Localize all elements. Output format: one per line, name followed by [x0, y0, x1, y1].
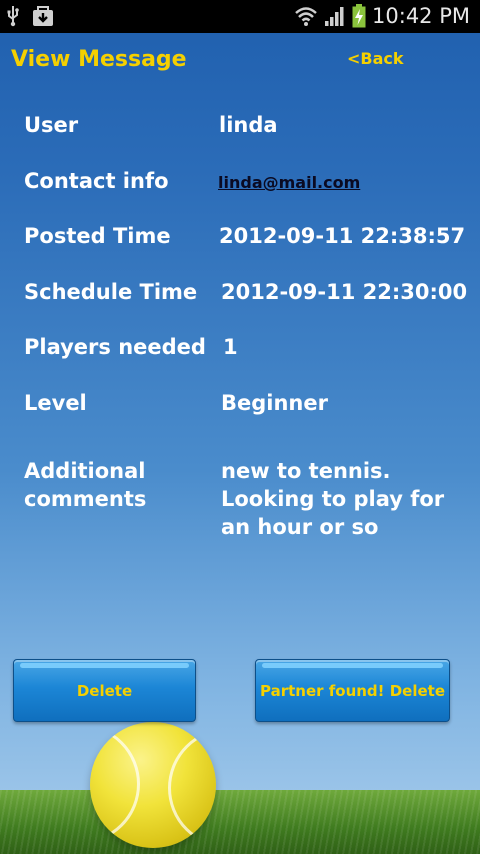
status-bar: 10:42 PM: [0, 0, 480, 33]
grass-decoration: [0, 790, 480, 854]
user-label: User: [24, 113, 79, 137]
tennis-ball-icon: [90, 722, 216, 848]
page-title: View Message: [11, 47, 187, 72]
download-icon: [32, 5, 54, 27]
schedule-time-value: 2012-09-11 22:30:00: [221, 280, 468, 304]
signal-icon: [324, 5, 346, 27]
posted-time-label: Posted Time: [24, 224, 171, 248]
user-value: linda: [219, 113, 278, 137]
usb-icon: [6, 5, 20, 27]
delete-button-label: Delete: [76, 681, 133, 700]
level-label: Level: [24, 391, 87, 415]
players-needed-value: 1: [223, 335, 238, 359]
back-link[interactable]: <Back: [347, 49, 404, 68]
players-needed-label: Players needed: [24, 335, 206, 359]
partner-found-delete-label: Partner found! Delete: [259, 681, 446, 700]
schedule-time-label: Schedule Time: [24, 280, 198, 304]
wifi-icon: [294, 5, 318, 27]
posted-time-value: 2012-09-11 22:38:57: [219, 224, 466, 248]
level-value: Beginner: [221, 391, 328, 415]
contact-email-link[interactable]: linda@mail.com: [218, 173, 360, 192]
partner-found-delete-button[interactable]: Partner found! Delete: [255, 659, 450, 722]
battery-charging-icon: [352, 4, 366, 28]
contact-label: Contact info: [24, 169, 169, 193]
comments-label: Additional comments: [24, 459, 147, 511]
status-time: 10:42 PM: [372, 4, 470, 28]
delete-button[interactable]: Delete: [13, 659, 196, 722]
comments-value: new to tennis. Looking to play for an ho…: [221, 459, 445, 539]
